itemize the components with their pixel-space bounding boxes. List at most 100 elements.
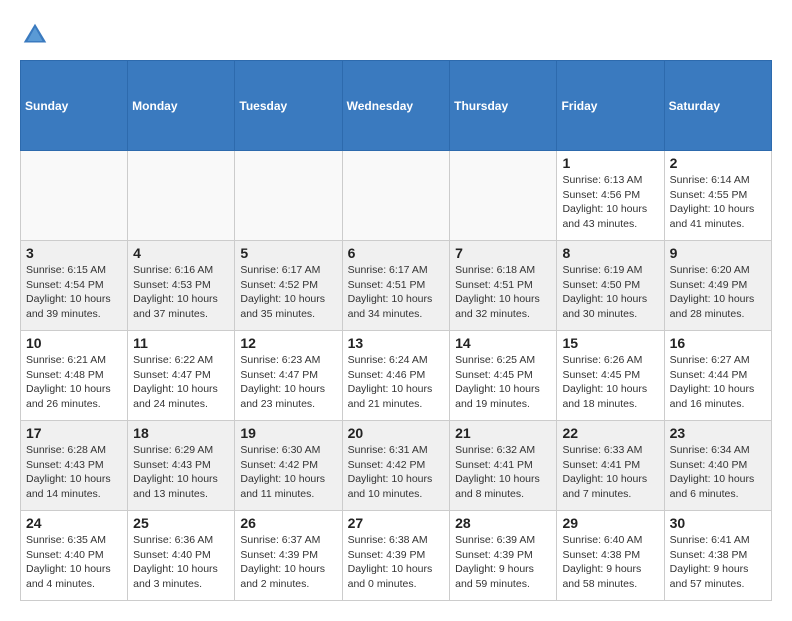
day-number: 27 xyxy=(348,515,445,531)
calendar-day: 16 Sunrise: 6:27 AM Sunset: 4:44 PM Dayli… xyxy=(664,331,771,421)
day-info: Sunrise: 6:15 AM Sunset: 4:54 PM Dayligh… xyxy=(26,263,122,322)
calendar-day: 8 Sunrise: 6:19 AM Sunset: 4:50 PM Daylig… xyxy=(557,241,664,331)
calendar-day: 2 Sunrise: 6:14 AM Sunset: 4:55 PM Daylig… xyxy=(664,151,771,241)
header-wednesday: Wednesday xyxy=(342,61,450,151)
calendar-day xyxy=(235,151,342,241)
day-number: 16 xyxy=(670,335,766,351)
day-info: Sunrise: 6:36 AM Sunset: 4:40 PM Dayligh… xyxy=(133,533,229,592)
day-number: 14 xyxy=(455,335,551,351)
day-info: Sunrise: 6:35 AM Sunset: 4:40 PM Dayligh… xyxy=(26,533,122,592)
day-number: 20 xyxy=(348,425,445,441)
day-info: Sunrise: 6:14 AM Sunset: 4:55 PM Dayligh… xyxy=(670,173,766,232)
day-number: 3 xyxy=(26,245,122,261)
logo xyxy=(20,20,54,50)
calendar-day: 20 Sunrise: 6:31 AM Sunset: 4:42 PM Dayli… xyxy=(342,421,450,511)
day-info: Sunrise: 6:28 AM Sunset: 4:43 PM Dayligh… xyxy=(26,443,122,502)
calendar-day: 23 Sunrise: 6:34 AM Sunset: 4:40 PM Dayli… xyxy=(664,421,771,511)
calendar-day xyxy=(21,151,128,241)
calendar-day xyxy=(450,151,557,241)
day-number: 21 xyxy=(455,425,551,441)
calendar-day: 30 Sunrise: 6:41 AM Sunset: 4:38 PM Dayli… xyxy=(664,511,771,601)
day-number: 1 xyxy=(562,155,658,171)
day-info: Sunrise: 6:30 AM Sunset: 4:42 PM Dayligh… xyxy=(240,443,336,502)
day-number: 11 xyxy=(133,335,229,351)
day-info: Sunrise: 6:38 AM Sunset: 4:39 PM Dayligh… xyxy=(348,533,445,592)
calendar-day: 25 Sunrise: 6:36 AM Sunset: 4:40 PM Dayli… xyxy=(128,511,235,601)
day-info: Sunrise: 6:24 AM Sunset: 4:46 PM Dayligh… xyxy=(348,353,445,412)
header-saturday: Saturday xyxy=(664,61,771,151)
calendar-day: 3 Sunrise: 6:15 AM Sunset: 4:54 PM Daylig… xyxy=(21,241,128,331)
header-thursday: Thursday xyxy=(450,61,557,151)
calendar-day: 9Sunrise: 6:20 AM Sunset: 4:49 PM Daylig… xyxy=(664,241,771,331)
calendar-header-row: SundayMondayTuesdayWednesdayThursdayFrid… xyxy=(21,61,772,151)
day-number: 13 xyxy=(348,335,445,351)
calendar-day: 24 Sunrise: 6:35 AM Sunset: 4:40 PM Dayli… xyxy=(21,511,128,601)
calendar-day: 22 Sunrise: 6:33 AM Sunset: 4:41 PM Dayli… xyxy=(557,421,664,511)
logo-icon xyxy=(20,20,50,50)
calendar-day: 21Sunrise: 6:32 AM Sunset: 4:41 PM Dayli… xyxy=(450,421,557,511)
calendar-day xyxy=(128,151,235,241)
calendar-day: 17 Sunrise: 6:28 AM Sunset: 4:43 PM Dayli… xyxy=(21,421,128,511)
calendar-day: 15 Sunrise: 6:26 AM Sunset: 4:45 PM Dayli… xyxy=(557,331,664,421)
day-number: 5 xyxy=(240,245,336,261)
calendar-day: 27 Sunrise: 6:38 AM Sunset: 4:39 PM Dayli… xyxy=(342,511,450,601)
day-number: 26 xyxy=(240,515,336,531)
calendar-day: 1 Sunrise: 6:13 AM Sunset: 4:56 PM Daylig… xyxy=(557,151,664,241)
page-header xyxy=(20,20,772,50)
day-number: 28 xyxy=(455,515,551,531)
calendar-week-5: 24 Sunrise: 6:35 AM Sunset: 4:40 PM Dayli… xyxy=(21,511,772,601)
day-info: Sunrise: 6:27 AM Sunset: 4:44 PM Dayligh… xyxy=(670,353,766,412)
day-number: 6 xyxy=(348,245,445,261)
day-number: 17 xyxy=(26,425,122,441)
day-info: Sunrise: 6:25 AM Sunset: 4:45 PM Dayligh… xyxy=(455,353,551,412)
day-number: 2 xyxy=(670,155,766,171)
header-sunday: Sunday xyxy=(21,61,128,151)
header-monday: Monday xyxy=(128,61,235,151)
day-number: 30 xyxy=(670,515,766,531)
day-info: Sunrise: 6:41 AM Sunset: 4:38 PM Dayligh… xyxy=(670,533,766,592)
day-info: Sunrise: 6:40 AM Sunset: 4:38 PM Dayligh… xyxy=(562,533,658,592)
day-number: 24 xyxy=(26,515,122,531)
day-info: Sunrise: 6:21 AM Sunset: 4:48 PM Dayligh… xyxy=(26,353,122,412)
calendar-week-2: 3 Sunrise: 6:15 AM Sunset: 4:54 PM Daylig… xyxy=(21,241,772,331)
calendar-day: 4 Sunrise: 6:16 AM Sunset: 4:53 PM Daylig… xyxy=(128,241,235,331)
day-number: 7 xyxy=(455,245,551,261)
day-info: Sunrise: 6:29 AM Sunset: 4:43 PM Dayligh… xyxy=(133,443,229,502)
day-info: Sunrise: 6:26 AM Sunset: 4:45 PM Dayligh… xyxy=(562,353,658,412)
day-info: Sunrise: 6:16 AM Sunset: 4:53 PM Dayligh… xyxy=(133,263,229,322)
day-number: 12 xyxy=(240,335,336,351)
day-info: Sunrise: 6:22 AM Sunset: 4:47 PM Dayligh… xyxy=(133,353,229,412)
day-info: Sunrise: 6:17 AM Sunset: 4:52 PM Dayligh… xyxy=(240,263,336,322)
calendar-day: 5 Sunrise: 6:17 AM Sunset: 4:52 PM Daylig… xyxy=(235,241,342,331)
calendar-day: 18Sunrise: 6:29 AM Sunset: 4:43 PM Dayli… xyxy=(128,421,235,511)
calendar-day: 26 Sunrise: 6:37 AM Sunset: 4:39 PM Dayli… xyxy=(235,511,342,601)
calendar-day: 13 Sunrise: 6:24 AM Sunset: 4:46 PM Dayli… xyxy=(342,331,450,421)
day-number: 25 xyxy=(133,515,229,531)
day-info: Sunrise: 6:23 AM Sunset: 4:47 PM Dayligh… xyxy=(240,353,336,412)
day-number: 19 xyxy=(240,425,336,441)
calendar-day: 29 Sunrise: 6:40 AM Sunset: 4:38 PM Dayli… xyxy=(557,511,664,601)
day-info: Sunrise: 6:18 AM Sunset: 4:51 PM Dayligh… xyxy=(455,263,551,322)
day-number: 22 xyxy=(562,425,658,441)
calendar-day: 11 Sunrise: 6:22 AM Sunset: 4:47 PM Dayli… xyxy=(128,331,235,421)
calendar-day: 7 Sunrise: 6:18 AM Sunset: 4:51 PM Daylig… xyxy=(450,241,557,331)
calendar-day: 12 Sunrise: 6:23 AM Sunset: 4:47 PM Dayli… xyxy=(235,331,342,421)
day-info: Sunrise: 6:31 AM Sunset: 4:42 PM Dayligh… xyxy=(348,443,445,502)
day-info: Sunrise: 6:19 AM Sunset: 4:50 PM Dayligh… xyxy=(562,263,658,322)
calendar-day: 28 Sunrise: 6:39 AM Sunset: 4:39 PM Dayli… xyxy=(450,511,557,601)
day-info: Sunrise: 6:33 AM Sunset: 4:41 PM Dayligh… xyxy=(562,443,658,502)
day-number: 8 xyxy=(562,245,658,261)
day-info: Sunrise: 6:37 AM Sunset: 4:39 PM Dayligh… xyxy=(240,533,336,592)
calendar-week-1: 1 Sunrise: 6:13 AM Sunset: 4:56 PM Daylig… xyxy=(21,151,772,241)
calendar-day: 6 Sunrise: 6:17 AM Sunset: 4:51 PM Daylig… xyxy=(342,241,450,331)
day-number: 15 xyxy=(562,335,658,351)
day-number: 9 xyxy=(670,245,766,261)
day-info: Sunrise: 6:34 AM Sunset: 4:40 PM Dayligh… xyxy=(670,443,766,502)
day-info: Sunrise: 6:39 AM Sunset: 4:39 PM Dayligh… xyxy=(455,533,551,592)
calendar-table: SundayMondayTuesdayWednesdayThursdayFrid… xyxy=(20,60,772,601)
day-info: Sunrise: 6:17 AM Sunset: 4:51 PM Dayligh… xyxy=(348,263,445,322)
day-number: 4 xyxy=(133,245,229,261)
day-number: 29 xyxy=(562,515,658,531)
day-number: 23 xyxy=(670,425,766,441)
day-info: Sunrise: 6:13 AM Sunset: 4:56 PM Dayligh… xyxy=(562,173,658,232)
